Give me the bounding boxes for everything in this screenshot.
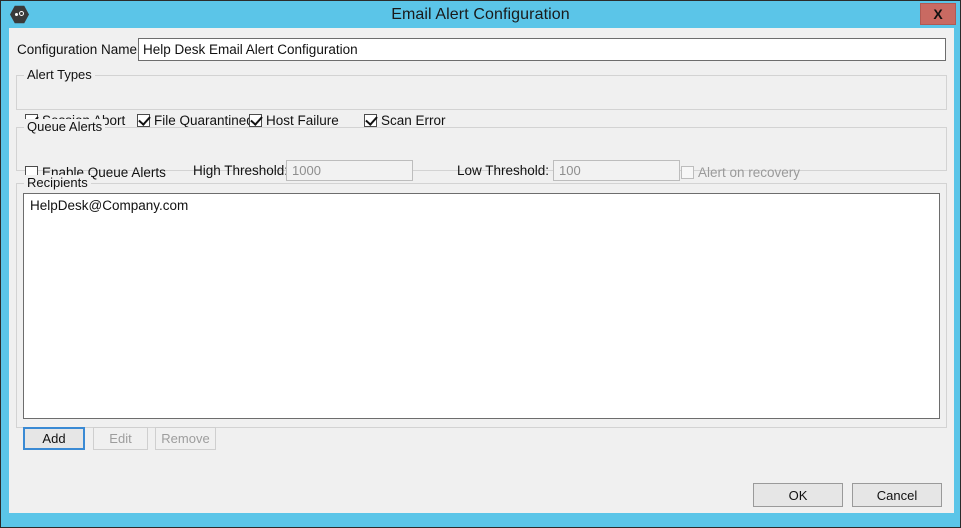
checkbox-box-icon: [681, 166, 694, 179]
cancel-button[interactable]: Cancel: [852, 483, 942, 507]
dialog-body: Configuration Name: Alert Types Session …: [9, 28, 954, 513]
checkbox-box-icon: [137, 113, 151, 127]
recipients-list[interactable]: HelpDesk@Company.com: [23, 193, 940, 419]
low-threshold-label: Low Threshold:: [457, 163, 550, 178]
checkbox-box-icon: [364, 113, 378, 127]
remove-recipient-button[interactable]: Remove: [155, 427, 216, 450]
recipients-legend: Recipients: [24, 175, 91, 190]
window-title: Email Alert Configuration: [391, 6, 570, 23]
checkbox-host-failure[interactable]: Host Failure: [249, 113, 339, 128]
checkbox-label: Alert on recovery: [698, 165, 801, 180]
low-threshold-input[interactable]: [553, 160, 680, 181]
close-button[interactable]: X: [920, 3, 956, 25]
queue-alerts-legend: Queue Alerts: [24, 119, 106, 134]
ok-button[interactable]: OK: [753, 483, 843, 507]
high-threshold-label: High Threshold:: [193, 163, 289, 178]
checkbox-scan-error[interactable]: Scan Error: [364, 113, 446, 128]
list-item[interactable]: HelpDesk@Company.com: [24, 194, 939, 215]
add-recipient-button[interactable]: Add: [23, 427, 85, 450]
edit-recipient-button[interactable]: Edit: [93, 427, 148, 450]
high-threshold-input[interactable]: [286, 160, 413, 181]
alert-types-legend: Alert Types: [24, 67, 95, 82]
configuration-name-row: Configuration Name:: [9, 38, 954, 64]
configuration-name-label: Configuration Name:: [17, 42, 141, 57]
checkbox-alert-on-recovery[interactable]: Alert on recovery: [681, 165, 800, 180]
alert-types-group: Alert Types: [16, 67, 947, 110]
dialog-window: Email Alert Configuration X Configuratio…: [0, 0, 961, 528]
checkbox-label: File Quarantined: [154, 113, 254, 128]
title-bar: Email Alert Configuration X: [1, 1, 960, 28]
checkbox-label: Scan Error: [381, 113, 446, 128]
configuration-name-input[interactable]: [138, 38, 946, 61]
checkbox-label: Host Failure: [266, 113, 339, 128]
checkbox-file-quarantined[interactable]: File Quarantined: [137, 113, 254, 128]
checkbox-box-icon: [249, 113, 263, 127]
